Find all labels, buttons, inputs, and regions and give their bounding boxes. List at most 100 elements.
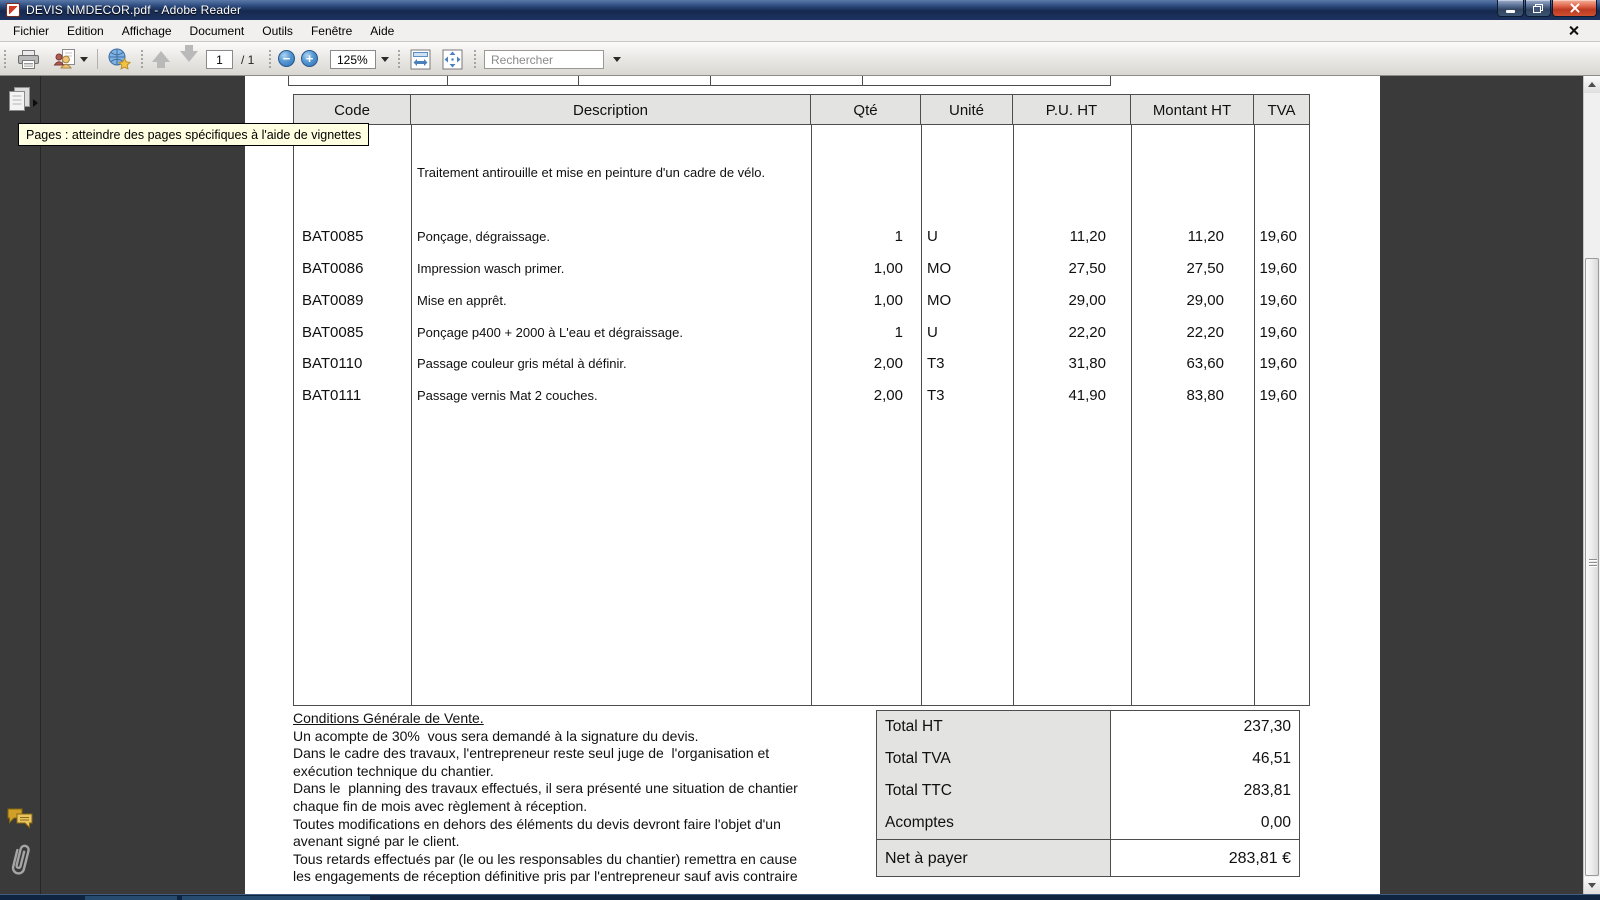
col-header-tva: TVA: [1254, 95, 1309, 125]
table-row: BAT0086 Impression wasch primer. 1,00 MO…: [294, 257, 1309, 281]
menu-fichier[interactable]: Fichier: [4, 21, 58, 41]
table-row: BAT0089 Mise en apprêt. 1,00 MO 29,00 29…: [294, 289, 1309, 313]
restore-icon: [1533, 4, 1543, 13]
zoom-level-value: 125%: [337, 53, 368, 67]
cell-amount: 22,20: [1131, 321, 1224, 345]
total-tva-label: Total TVA: [885, 743, 951, 775]
table-row-intro: Traitement antirouille et mise en peintu…: [294, 161, 1309, 185]
toolbar-grip[interactable]: [268, 49, 273, 69]
cell-code: BAT0085: [302, 225, 363, 249]
col-header-montant-ht: Montant HT: [1131, 95, 1254, 125]
search-dropdown-button[interactable]: [610, 45, 624, 73]
pages-tooltip: Pages : atteindre des pages spécifiques …: [18, 123, 369, 146]
cell-pu: 11,20: [1013, 225, 1106, 249]
cell-pu: 27,50: [1013, 257, 1106, 281]
navigation-pane: [0, 76, 41, 894]
windows-taskbar-edge[interactable]: [0, 894, 1600, 900]
cell-qty: 1: [811, 321, 903, 345]
minimize-icon: [1506, 10, 1515, 13]
cell-code: BAT0111: [302, 384, 361, 408]
taskbar-app-segment[interactable]: [85, 896, 177, 900]
cell-code: BAT0085: [302, 321, 363, 345]
cell-description: Passage vernis Mat 2 couches.: [417, 384, 598, 408]
vertical-scrollbar[interactable]: [1583, 76, 1600, 894]
totals-table: Total HT 237,30 Total TVA 46,51 Total TT…: [876, 710, 1300, 877]
page-count-label: / 1: [241, 53, 254, 67]
menu-aide[interactable]: Aide: [361, 21, 403, 41]
zoom-level-combobox[interactable]: 125%: [330, 50, 376, 69]
table-header-row: Code Description Qté Unité P.U. HT Monta…: [294, 95, 1309, 125]
acomptes-value: 0,00: [1261, 807, 1291, 839]
net-a-payer-label: Net à payer: [885, 840, 968, 877]
zoom-out-button[interactable]: −: [278, 50, 295, 67]
cell-unit: T3: [927, 384, 945, 408]
cell-code: BAT0110: [302, 352, 362, 376]
close-button[interactable]: [1552, 0, 1597, 17]
conditions-line: Un acompte de 30% vous sera demandé à la…: [293, 728, 838, 746]
collaborate-live-button[interactable]: [103, 45, 135, 73]
zoom-in-button[interactable]: +: [301, 50, 318, 67]
next-page-button[interactable]: [176, 45, 202, 73]
collaborate-icon: [53, 49, 77, 69]
cell-amount: 29,00: [1131, 289, 1224, 313]
net-a-payer-value: 283,81 €: [1229, 840, 1291, 877]
cell-tva: 19,60: [1254, 257, 1297, 281]
conditions-line: chaque fin de mois avec règlement à réce…: [293, 798, 838, 816]
triangle-up-icon: [1588, 82, 1596, 87]
total-ht-label: Total HT: [885, 711, 943, 743]
toolbar-grip[interactable]: [397, 49, 402, 69]
menu-document[interactable]: Document: [181, 21, 254, 41]
cell-qty: 2,00: [811, 384, 903, 408]
search-input[interactable]: [484, 50, 604, 69]
taskbar-app-segment[interactable]: [182, 896, 370, 900]
cell-tva: 19,60: [1254, 321, 1297, 345]
table-row: BAT0085 Ponçage, dégraissage. 1 U 11,20 …: [294, 225, 1309, 249]
cell-qty: 1: [811, 225, 903, 249]
totals-row: Total TVA 46,51: [877, 743, 1299, 775]
share-review-button[interactable]: [48, 45, 92, 73]
conditions-line: Toutes modifications en dehors des éléme…: [293, 816, 838, 834]
pdf-page: Code Description Qté Unité P.U. HT Monta…: [245, 76, 1380, 894]
totals-row: Acomptes 0,00: [877, 807, 1299, 839]
cell-unit: U: [927, 321, 938, 345]
total-ttc-value: 283,81: [1244, 775, 1291, 807]
scroll-up-button[interactable]: [1584, 76, 1600, 93]
fit-page-button[interactable]: [438, 45, 466, 73]
page-number-input[interactable]: [206, 50, 233, 69]
col-header-qte: Qté: [811, 95, 921, 125]
previous-page-button[interactable]: [148, 45, 174, 73]
totals-row: Total HT 237,30: [877, 711, 1299, 743]
cell-amount: 27,50: [1131, 257, 1224, 281]
attachments-panel-icon[interactable]: [4, 840, 36, 881]
cell-unit: MO: [927, 257, 951, 281]
menu-edition[interactable]: Edition: [58, 21, 113, 41]
toolbar-grip[interactable]: [140, 49, 145, 69]
cell-description: Mise en apprêt.: [417, 289, 507, 313]
cell-amount: 63,60: [1131, 352, 1224, 376]
menu-outils[interactable]: Outils: [253, 21, 302, 41]
arrow-up-icon: [152, 51, 170, 62]
toolbar: / 1 − + 125%: [0, 42, 1600, 76]
restore-button[interactable]: [1525, 0, 1551, 17]
scrollbar-thumb[interactable]: [1585, 258, 1599, 876]
toolbar-grip[interactable]: [3, 49, 8, 69]
comments-panel-icon[interactable]: [6, 806, 34, 830]
globe-star-icon: [107, 48, 132, 70]
cell-description: Ponçage p400 + 2000 à L'eau et dégraissa…: [417, 321, 683, 345]
panel-expand-icon[interactable]: [33, 99, 38, 107]
print-button[interactable]: [12, 45, 44, 73]
minimize-button[interactable]: [1497, 0, 1524, 17]
total-ttc-label: Total TTC: [885, 775, 952, 807]
scroll-down-button[interactable]: [1584, 877, 1600, 894]
toolbar-grip[interactable]: [473, 49, 478, 69]
fit-width-button[interactable]: [406, 45, 434, 73]
close-document-icon[interactable]: [1567, 24, 1580, 37]
pages-panel-icon[interactable]: [6, 86, 33, 114]
conditions-line: Dans le planning des travaux effectués, …: [293, 780, 838, 798]
total-tva-value: 46,51: [1252, 743, 1291, 775]
zoom-dropdown-button[interactable]: [378, 45, 392, 73]
menu-fenetre[interactable]: Fenêtre: [302, 21, 361, 41]
menu-affichage[interactable]: Affichage: [113, 21, 181, 41]
col-header-code: Code: [294, 95, 411, 125]
title-bar: DEVIS NMDECOR.pdf - Adobe Reader: [0, 0, 1600, 20]
